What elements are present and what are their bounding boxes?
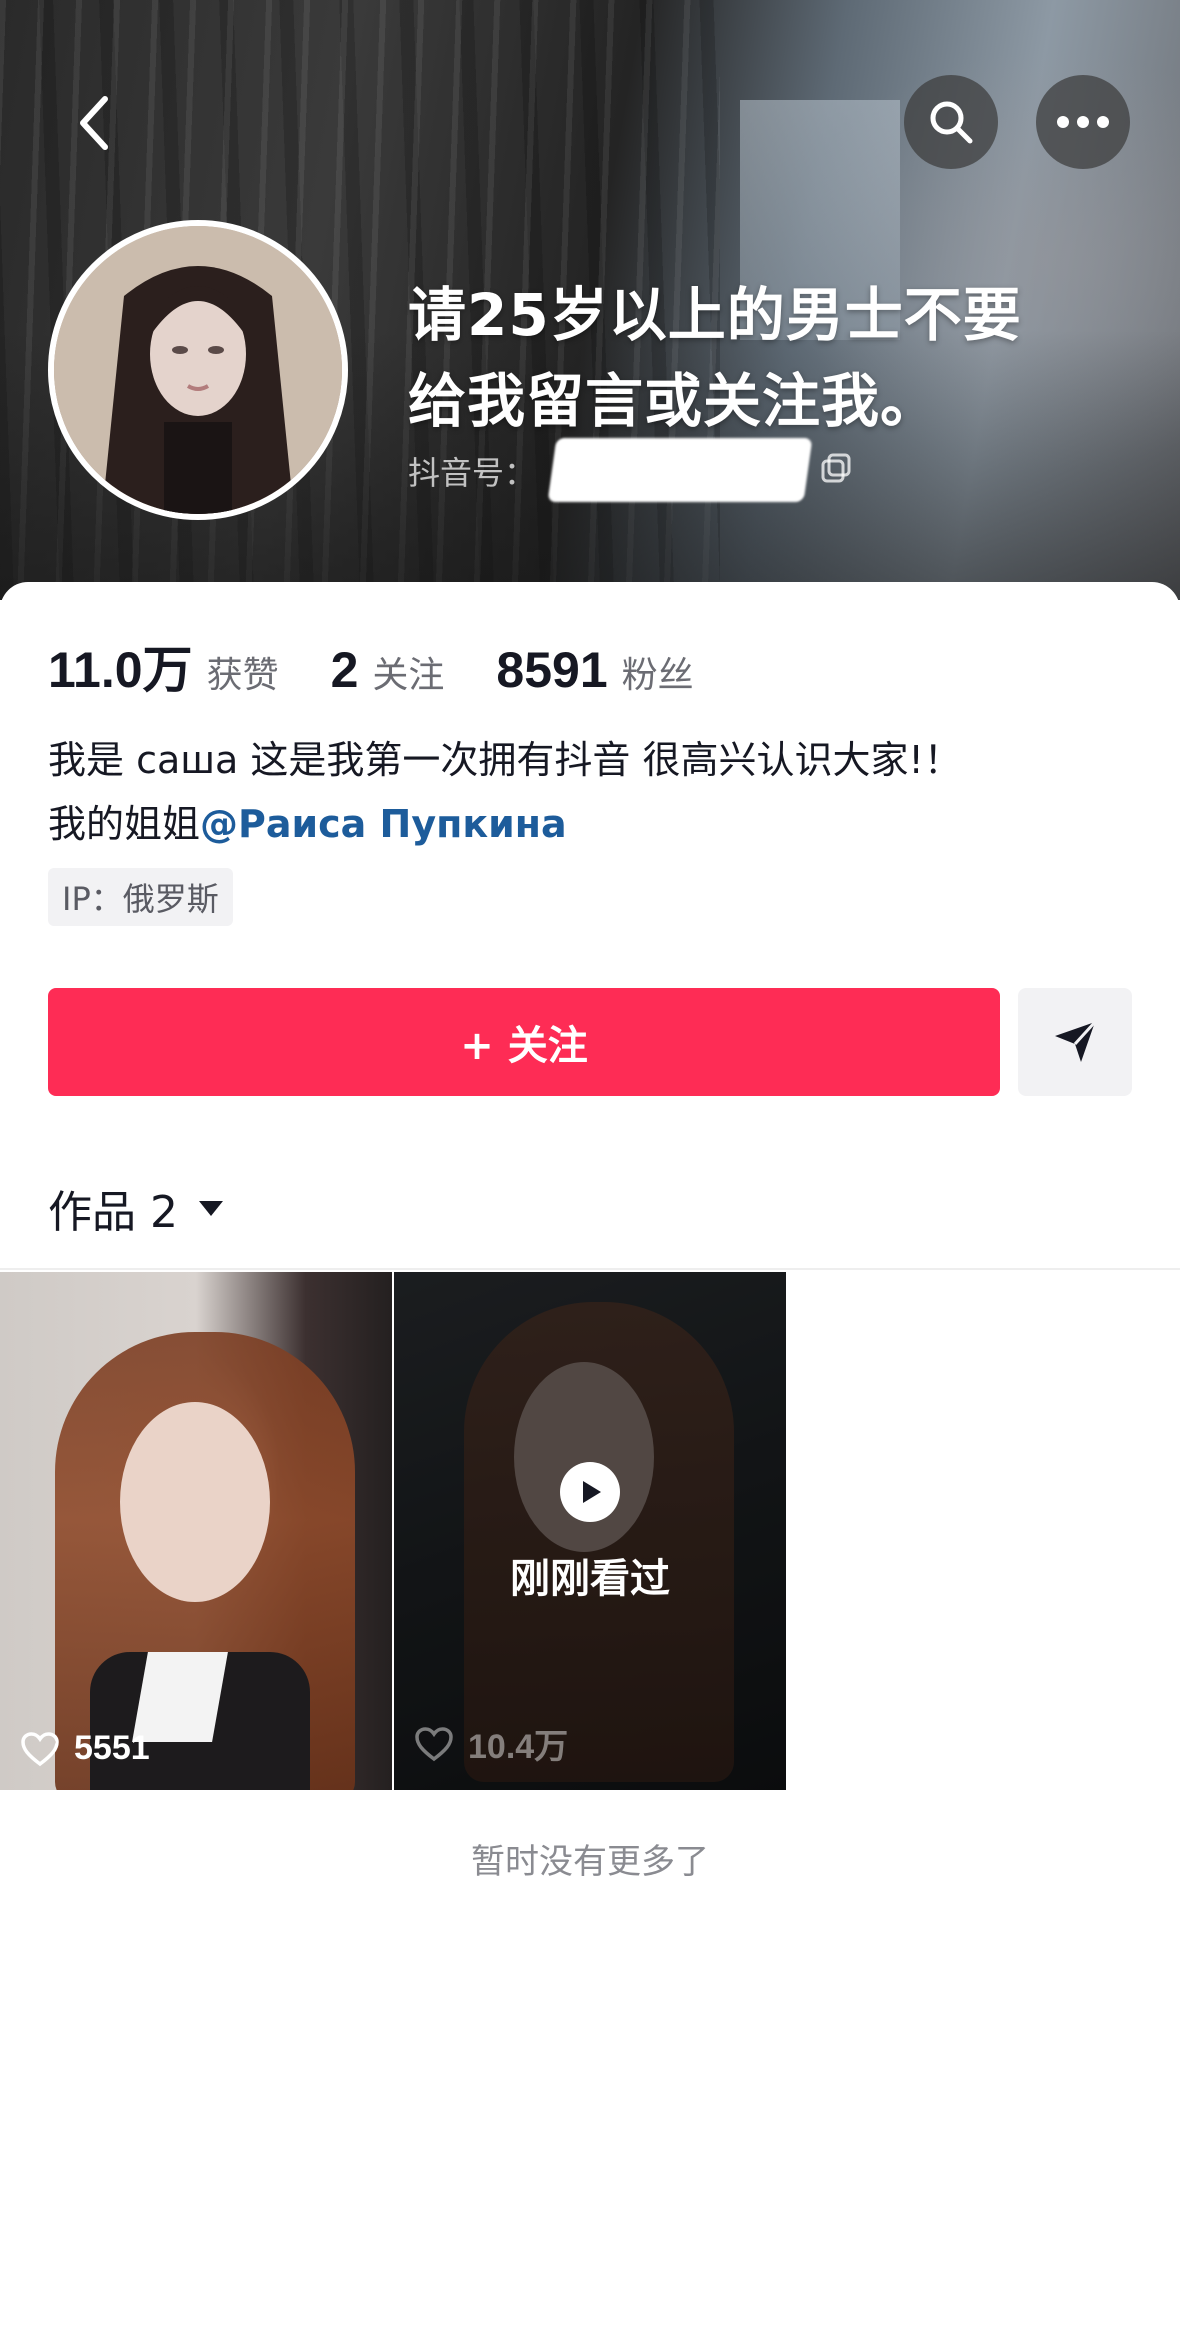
- play-icon: [583, 1481, 601, 1503]
- likes-count: 11.0万: [48, 642, 193, 698]
- search-icon: [930, 101, 973, 144]
- avatar-photo: [54, 226, 342, 514]
- following-label[interactable]: 关注: [372, 646, 444, 698]
- video-2-likes-count: 10.4万: [468, 1728, 569, 1766]
- video-thumbnail-2[interactable]: 刚刚看过 10.4万: [394, 1272, 786, 1790]
- tab-works[interactable]: 作品 2: [48, 1176, 226, 1240]
- video-2-likes: 10.4万: [414, 1719, 568, 1768]
- bio: 我是 саша 这是我第一次拥有抖音 很高兴认识大家!！ 我的姐姐@Раиса …: [48, 728, 962, 856]
- chevron-left-icon: [80, 96, 108, 150]
- heart-outline-icon: [21, 1731, 59, 1766]
- video-1-likes: 5551: [20, 1729, 150, 1768]
- following-count[interactable]: 2: [331, 641, 359, 699]
- video-1-likes-count: 5551: [74, 1729, 150, 1767]
- followers-count[interactable]: 8591: [496, 641, 607, 699]
- thumb-1-face: [120, 1402, 270, 1602]
- no-more-content-text: 暂时没有更多了: [471, 1842, 709, 1882]
- more-dots-icon: [1057, 116, 1109, 128]
- bio-line-1: 我是 саша 这是我第一次拥有抖音 很高兴认识大家!！: [48, 738, 962, 782]
- douyin-id-redaction: [547, 438, 813, 502]
- headline-line-1: 请25岁以上的男士不要: [408, 281, 1022, 349]
- recently-watched-label: 刚刚看过: [510, 1556, 670, 1602]
- play-button[interactable]: [560, 1462, 620, 1522]
- copy-id-button[interactable]: [820, 452, 852, 488]
- avatar[interactable]: [48, 220, 348, 520]
- tab-works-label: 作品 2: [48, 1187, 178, 1238]
- more-button[interactable]: [1036, 75, 1130, 169]
- bio-line-2: 我的姐姐@Раиса Пупкина: [48, 792, 962, 856]
- copy-icon: [821, 453, 851, 483]
- search-button[interactable]: [904, 75, 998, 169]
- caret-down-icon: [198, 1201, 223, 1216]
- likes-label: 获赞: [206, 654, 279, 695]
- profile-signature-headline: 请25岁以上的男士不要 给我留言或关注我。: [408, 272, 1108, 444]
- headline-line-2: 给我留言或关注我。: [408, 367, 940, 435]
- douyin-id-label: 抖音号：: [408, 454, 537, 492]
- watched-overlay: [394, 1272, 786, 1790]
- stats-row: 11.0万 获赞 2 关注 8591 粉丝: [48, 630, 746, 702]
- mention-link[interactable]: @Раиса Пупкина: [200, 802, 567, 846]
- heart-outline-icon: [415, 1726, 453, 1761]
- ip-location-tag: IP：俄罗斯: [48, 868, 233, 926]
- follow-button[interactable]: + 关注: [48, 988, 1000, 1096]
- message-button[interactable]: [1018, 988, 1132, 1096]
- send-icon: [1055, 1020, 1097, 1062]
- bio-line-2-prefix: 我的姐姐: [48, 802, 201, 846]
- tab-divider: [0, 1268, 1180, 1270]
- back-button[interactable]: [60, 88, 130, 158]
- followers-label[interactable]: 粉丝: [622, 646, 694, 698]
- video-thumbnail-1[interactable]: 5551: [0, 1272, 392, 1790]
